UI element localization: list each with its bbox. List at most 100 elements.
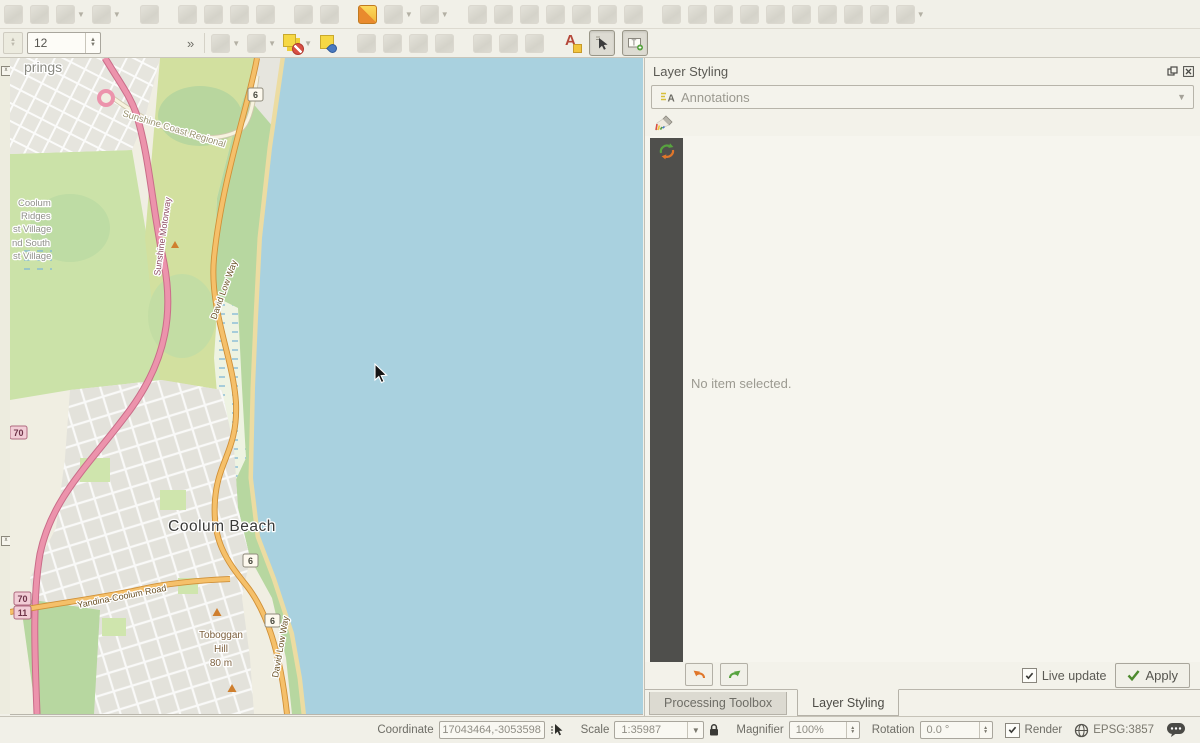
rotation-value[interactable]: 0.0 ° <box>921 722 979 738</box>
add-feature-icon[interactable]: ▼ <box>384 5 413 24</box>
hill-label: Toboggan <box>199 630 243 641</box>
apply-button[interactable]: Apply <box>1115 663 1190 688</box>
live-update-toggle[interactable]: Live update <box>1022 668 1107 683</box>
park <box>102 618 126 636</box>
add-ring-icon[interactable] <box>818 5 837 24</box>
move-feature-icon[interactable] <box>468 5 487 24</box>
redo-icon <box>727 668 742 681</box>
delete-ring-icon[interactable] <box>870 5 889 24</box>
split-features-icon[interactable] <box>546 5 565 24</box>
scale-feature-icon[interactable] <box>520 5 539 24</box>
trim-extend-icon[interactable] <box>766 5 785 24</box>
measure-icon[interactable] <box>358 5 377 24</box>
annotation-properties-icon[interactable]: ▼ <box>247 34 276 53</box>
rotate-symbols-icon[interactable] <box>714 5 733 24</box>
undo-edit-icon[interactable] <box>294 5 313 24</box>
create-polygon-annotation-icon[interactable] <box>357 34 376 53</box>
select-annotation-dropdown-icon[interactable]: ▼ <box>211 34 240 53</box>
magnifier-label: Magnifier <box>736 724 783 736</box>
fill-ring-icon[interactable] <box>792 5 811 24</box>
new-annotation-icon[interactable] <box>319 34 338 53</box>
diagram-options-icon[interactable] <box>499 34 518 53</box>
magnifier-steppers[interactable] <box>846 722 859 738</box>
redo-edit-icon[interactable] <box>320 5 339 24</box>
magnifier-value[interactable]: 100% <box>790 722 846 738</box>
mouse-tracking-icon[interactable] <box>549 722 565 738</box>
text-format-icon[interactable] <box>563 34 582 53</box>
layout-icon[interactable] <box>140 5 159 24</box>
rotation-steppers[interactable] <box>979 722 992 738</box>
copy-features-icon[interactable] <box>230 5 249 24</box>
check-icon <box>1025 672 1034 680</box>
suburb-label: Coolum <box>18 198 51 209</box>
paste-features-icon[interactable] <box>256 5 275 24</box>
route-shield-label: 6 <box>253 90 258 100</box>
chevron-down-icon[interactable]: ▼ <box>687 722 703 738</box>
advanced-digitize-icon[interactable]: ▼ <box>92 5 121 24</box>
scale-label: Scale <box>581 724 610 736</box>
undo-style-button[interactable] <box>685 663 713 686</box>
float-panel-icon[interactable] <box>1167 66 1178 77</box>
magnifier-spinbox[interactable]: 100% <box>789 721 860 739</box>
empty-state-message: No item selected. <box>691 376 791 391</box>
save-layer-edits-icon[interactable] <box>30 5 49 24</box>
select-annotation-tool-button[interactable] <box>589 30 615 56</box>
labeling-options-icon[interactable] <box>473 34 492 53</box>
simplify-feature-icon[interactable] <box>624 5 643 24</box>
symbology-brush-icon[interactable] <box>654 114 674 134</box>
route-shield-label: 11 <box>18 608 28 618</box>
globe-crs-icon[interactable] <box>1074 723 1089 738</box>
tab-layer-styling[interactable]: Layer Styling <box>797 689 899 716</box>
map-canvas[interactable]: 6 6 6 70 70 11 prings Sunshine Coast Reg… <box>10 58 643 715</box>
offset-curve-icon[interactable] <box>598 5 617 24</box>
messages-icon[interactable] <box>1166 722 1186 738</box>
styling-tab-strip[interactable] <box>650 138 683 662</box>
font-size-spinbox[interactable]: 12 <box>27 32 101 54</box>
history-icon[interactable] <box>657 141 677 161</box>
panel-title: Layer Styling <box>653 64 728 79</box>
route-shield-label: 6 <box>270 616 275 626</box>
toolbar-overflow-button[interactable]: » <box>183 34 198 53</box>
suburb-label: st Village <box>13 224 51 235</box>
crs-indicator[interactable]: EPSG:3857 <box>1093 724 1154 736</box>
merge-attributes-icon[interactable] <box>688 5 707 24</box>
delete-part-icon[interactable]: ▼ <box>896 5 925 24</box>
rotate-feature-icon[interactable] <box>494 5 513 24</box>
reshape-features-icon[interactable] <box>572 5 591 24</box>
create-line-annotation-icon[interactable] <box>383 34 402 53</box>
hill-label: 80 m <box>210 658 232 669</box>
render-checkbox[interactable] <box>1005 723 1020 738</box>
annotation-layer-icon[interactable]: ▼ <box>283 34 312 53</box>
close-panel-icon[interactable] <box>1183 66 1194 77</box>
font-size-value[interactable]: 12 <box>28 33 85 53</box>
vertex-tool-icon[interactable]: ▼ <box>420 5 449 24</box>
tab-processing-toolbox[interactable]: Processing Toolbox <box>649 692 787 715</box>
osm-basemap: 6 6 6 70 70 11 prings Sunshine Coast Reg… <box>10 58 643 714</box>
create-marker-annotation-icon[interactable] <box>409 34 428 53</box>
layer-selector-combo[interactable]: A Annotations ▼ <box>651 85 1194 109</box>
pin-labels-icon[interactable] <box>525 34 544 53</box>
add-part-icon[interactable] <box>844 5 863 24</box>
coordinate-input[interactable]: 17043464,-3053598 <box>439 721 545 739</box>
create-text-annotation-tool-button[interactable]: T <box>622 30 648 56</box>
cut-features-icon[interactable] <box>204 5 223 24</box>
mini-stepper[interactable] <box>3 32 23 54</box>
redo-style-button[interactable] <box>720 663 748 686</box>
rotation-spinbox[interactable]: 0.0 ° <box>920 721 993 739</box>
offset-symbols-icon[interactable] <box>740 5 759 24</box>
scale-value[interactable]: 1:35987 <box>615 722 687 738</box>
chevron-down-icon: ▼ <box>1177 92 1186 102</box>
font-size-steppers[interactable] <box>85 33 100 53</box>
delete-selected-icon[interactable] <box>178 5 197 24</box>
create-rectangle-annotation-icon[interactable] <box>435 34 454 53</box>
ocean <box>253 58 643 714</box>
current-edits-icon[interactable] <box>4 5 23 24</box>
lock-icon[interactable] <box>708 723 720 737</box>
scale-combo[interactable]: 1:35987 ▼ <box>614 721 704 739</box>
suburb-label: st Village <box>13 251 51 262</box>
digitize-dropdown-icon[interactable]: ▼ <box>56 5 85 24</box>
annotations-layer-icon: A <box>659 90 675 104</box>
render-toggle[interactable]: Render <box>1005 723 1063 738</box>
live-update-checkbox[interactable] <box>1022 668 1037 683</box>
merge-features-icon[interactable] <box>662 5 681 24</box>
